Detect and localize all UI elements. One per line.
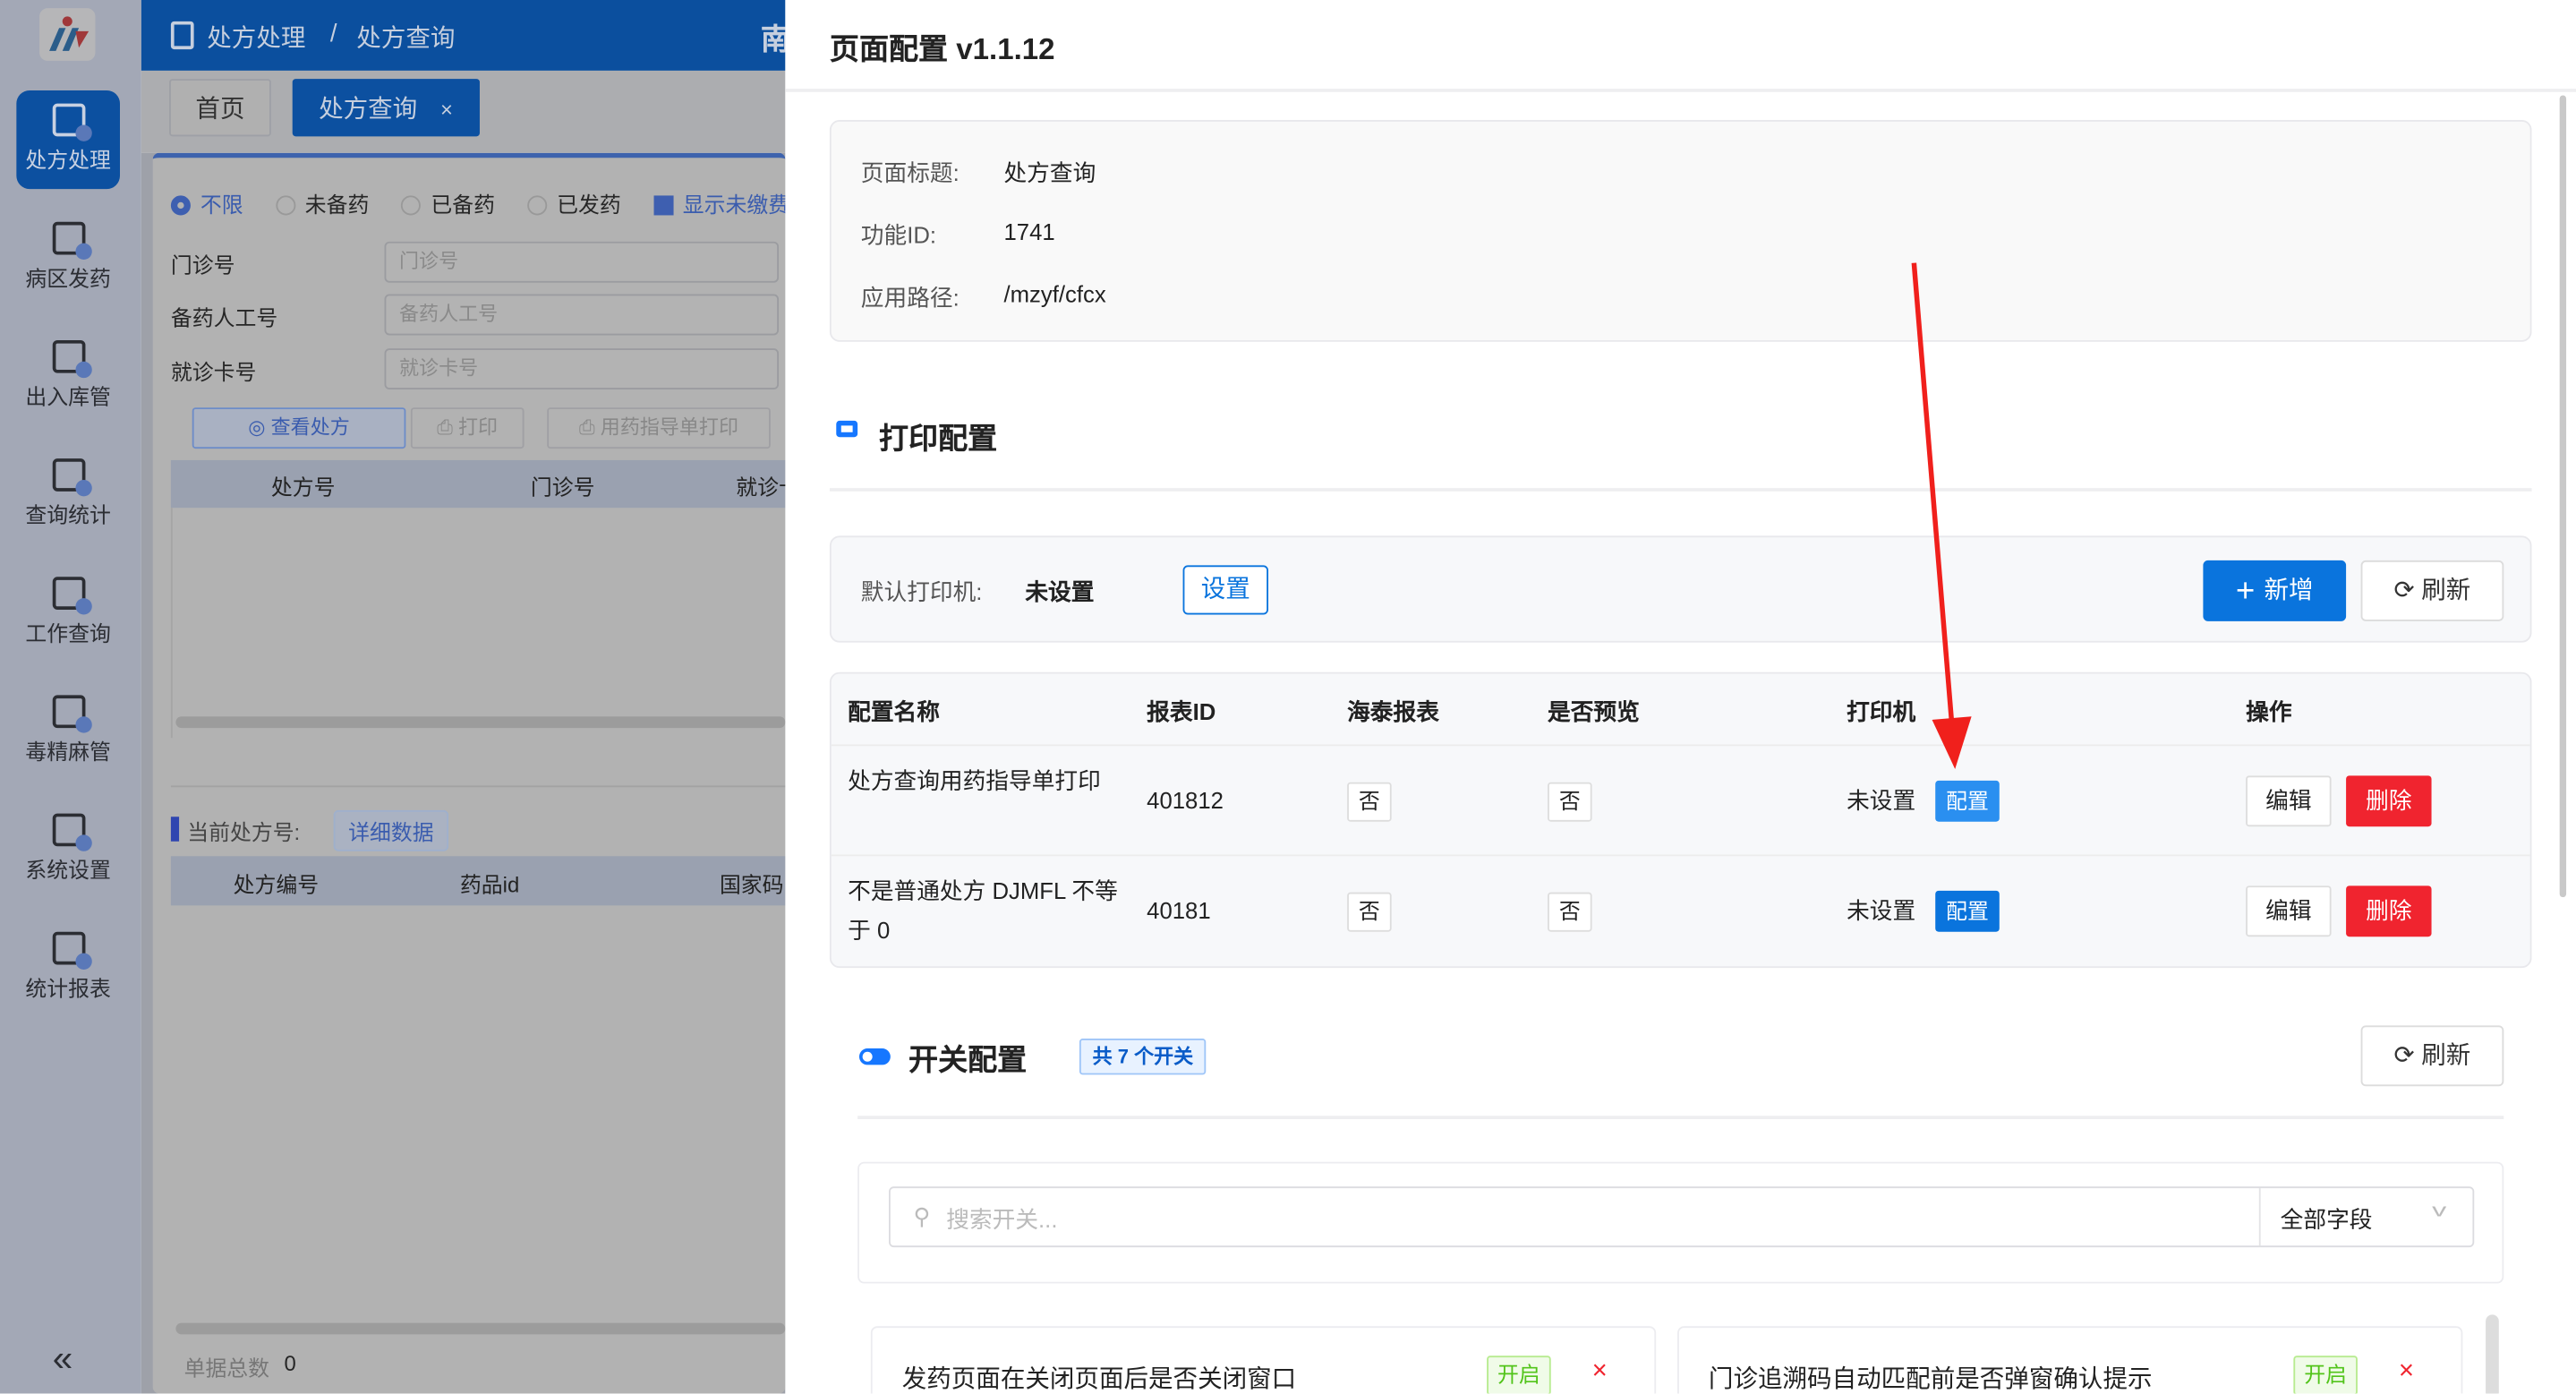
- arrow-head: [1932, 716, 1972, 769]
- arrow-shaft: [1914, 263, 1951, 723]
- annotation-arrow: [0, 0, 2576, 1394]
